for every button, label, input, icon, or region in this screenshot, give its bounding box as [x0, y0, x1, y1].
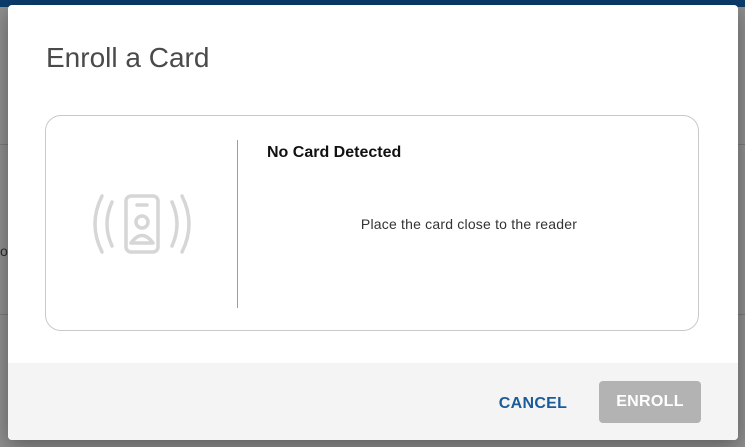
- dialog-footer: CANCEL ENROLL: [8, 363, 738, 440]
- card-reader-panel: No Card Detected Place the card close to…: [45, 115, 699, 331]
- card-status-message: Place the card close to the reader: [360, 216, 578, 232]
- cancel-button[interactable]: CANCEL: [486, 383, 580, 425]
- contactless-card-icon: [93, 194, 191, 254]
- enroll-card-dialog: Enroll a Card No Card Detected Place the…: [8, 5, 738, 440]
- background-text-fragment: o: [0, 243, 8, 259]
- dialog-title: Enroll a Card: [46, 42, 210, 73]
- enroll-button[interactable]: ENROLL: [599, 381, 701, 423]
- card-status-title: No Card Detected: [267, 144, 402, 161]
